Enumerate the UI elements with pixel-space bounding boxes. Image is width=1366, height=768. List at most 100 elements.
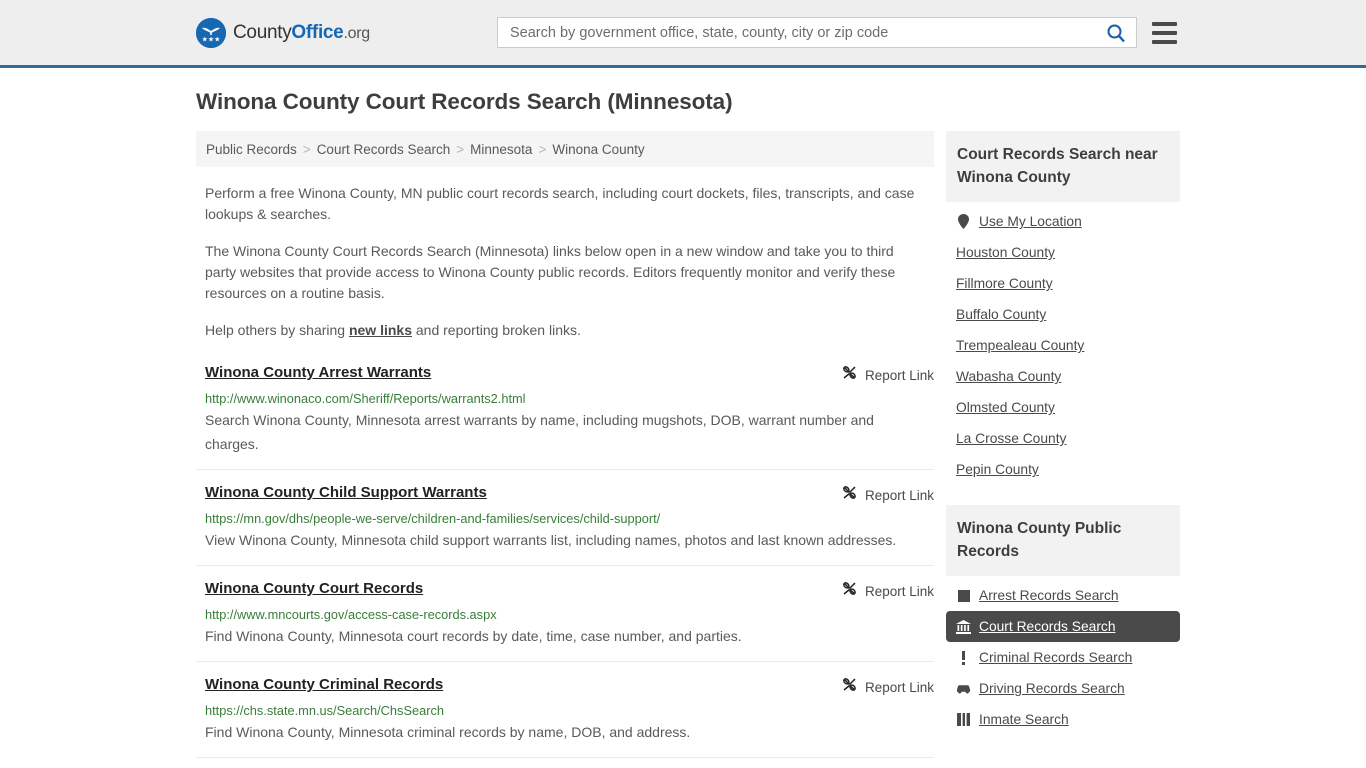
breadcrumb-item-public-records[interactable]: Public Records — [206, 142, 297, 157]
sidebar-county-label: Buffalo County — [956, 307, 1047, 322]
sidebar-item-criminal-records-search[interactable]: Criminal Records Search — [946, 642, 1180, 673]
sidebar: Court Records Search near Winona County … — [946, 131, 1180, 755]
listing-description: Search Winona County, Minnesota arrest w… — [205, 412, 874, 452]
main-column: Public Records > Court Records Search > … — [196, 131, 934, 768]
sidebar-item-court-records-search[interactable]: Court Records Search — [946, 611, 1180, 642]
site-header: ★★★ CountyOffice.org — [0, 0, 1366, 68]
listing-description: View Winona County, Minnesota child supp… — [205, 532, 897, 548]
sidebar-item-pepin-county[interactable]: Pepin County — [946, 454, 1180, 485]
listing-header: Winona County Child Support Warrants Rep… — [205, 483, 934, 506]
listing-title-link[interactable]: Winona County Criminal Records — [205, 675, 443, 695]
intro-paragraph-2: The Winona County Court Records Search (… — [205, 243, 896, 301]
car-icon — [956, 683, 971, 694]
sidebar-county-label: Trempealeau County — [956, 338, 1085, 353]
report-link-label: Report Link — [864, 367, 934, 383]
listing-url[interactable]: http://www.mncourts.gov/access-case-reco… — [205, 607, 934, 622]
broken-link-icon — [841, 580, 858, 602]
sidebar-item-houston-county[interactable]: Houston County — [946, 237, 1180, 268]
sidebar-item-fillmore-county[interactable]: Fillmore County — [946, 268, 1180, 299]
breadcrumb: Public Records > Court Records Search > … — [196, 131, 934, 167]
breadcrumb-separator: > — [302, 141, 311, 157]
listing-url[interactable]: https://mn.gov/dhs/people-we-serve/child… — [205, 511, 934, 526]
hamburger-menu-icon[interactable] — [1152, 21, 1177, 44]
report-link-button[interactable]: Report Link — [841, 580, 934, 602]
sidebar-county-label: La Crosse County — [956, 431, 1067, 446]
map-pin-icon — [956, 214, 971, 229]
breadcrumb-item-court-records-search[interactable]: Court Records Search — [317, 142, 451, 157]
sidebar-item-la-crosse-county[interactable]: La Crosse County — [946, 423, 1180, 454]
hamburger-bar — [1152, 30, 1177, 35]
sidebar-item-inmate-search[interactable]: Inmate Search — [946, 704, 1180, 735]
breadcrumb-item-winona-county[interactable]: Winona County — [552, 142, 644, 157]
exclamation-icon — [956, 650, 971, 665]
sidebar-item-buffalo-county[interactable]: Buffalo County — [946, 299, 1180, 330]
page-title: Winona County Court Records Search (Minn… — [196, 89, 733, 114]
jail-icon — [956, 713, 971, 726]
sidebar-record-label: Arrest Records Search — [979, 588, 1119, 603]
listing-item: Winona County Arrest Warrants Report Lin… — [196, 363, 934, 470]
search-box[interactable] — [497, 17, 1137, 48]
sidebar-record-label: Criminal Records Search — [979, 650, 1133, 665]
logo-text-office: Office — [291, 21, 344, 43]
search-input[interactable] — [508, 18, 1106, 47]
report-link-button[interactable]: Report Link — [841, 364, 934, 386]
listing-item: Winona County Child Support Warrants Rep… — [196, 483, 934, 566]
sidebar-item-olmsted-county[interactable]: Olmsted County — [946, 392, 1180, 423]
sidebar-item-wabasha-county[interactable]: Wabasha County — [946, 361, 1180, 392]
intro-p3-after: and reporting broken links. — [412, 322, 581, 338]
logo-wordmark: CountyOffice.org — [233, 22, 370, 44]
sidebar-record-label: Inmate Search — [979, 712, 1069, 727]
sidebar-county-label: Pepin County — [956, 462, 1039, 477]
svg-text:★★★: ★★★ — [202, 35, 221, 43]
intro-paragraph-3: Help others by sharing new links and rep… — [205, 320, 917, 341]
page-container: Winona County Court Records Search (Minn… — [0, 89, 1366, 768]
listing-header: Winona County Arrest Warrants Report Lin… — [205, 363, 934, 386]
listing-title-link[interactable]: Winona County Court Records — [205, 579, 423, 599]
square-icon — [956, 589, 971, 602]
sidebar-nearby-section: Court Records Search near Winona County … — [946, 131, 1180, 485]
report-link-label: Report Link — [864, 583, 934, 599]
listing-url[interactable]: http://www.winonaco.com/Sheriff/Reports/… — [205, 391, 934, 406]
intro-p3-before: Help others by sharing — [205, 322, 349, 338]
sidebar-item-driving-records-search[interactable]: Driving Records Search — [946, 673, 1180, 704]
listings: Winona County Arrest Warrants Report Lin… — [196, 363, 934, 768]
sidebar-record-label: Driving Records Search — [979, 681, 1125, 696]
sidebar-nearby-list: Use My Location Houston County Fillmore … — [946, 202, 1180, 485]
report-link-label: Report Link — [864, 679, 934, 695]
breadcrumb-item-minnesota[interactable]: Minnesota — [470, 142, 532, 157]
courthouse-icon — [956, 619, 971, 634]
sidebar-record-label: Court Records Search — [979, 619, 1116, 634]
site-logo[interactable]: ★★★ CountyOffice.org — [196, 17, 370, 48]
content-row: Public Records > Court Records Search > … — [196, 131, 1180, 768]
intro-paragraph-1: Perform a free Winona County, MN public … — [205, 185, 915, 222]
new-links-link[interactable]: new links — [349, 322, 412, 338]
report-link-button[interactable]: Report Link — [841, 676, 934, 698]
hamburger-bar — [1152, 39, 1177, 44]
broken-link-icon — [841, 484, 858, 506]
search-icon[interactable] — [1106, 23, 1126, 43]
listing-item: Winona County Criminal Records Report Li… — [196, 675, 934, 758]
eagle-seal-icon: ★★★ — [196, 17, 226, 48]
listing-item: Winona County Court Records Report Link — [196, 579, 934, 662]
logo-text-county: County — [233, 21, 292, 43]
listing-description: Find Winona County, Minnesota criminal r… — [205, 724, 691, 740]
sidebar-nearby-heading: Court Records Search near Winona County — [946, 131, 1180, 202]
listing-title-link[interactable]: Winona County Arrest Warrants — [205, 363, 431, 383]
sidebar-item-trempealeau-county[interactable]: Trempealeau County — [946, 330, 1180, 361]
listing-header: Winona County Criminal Records Report Li… — [205, 675, 934, 698]
report-link-button[interactable]: Report Link — [841, 484, 934, 506]
sidebar-county-label: Houston County — [956, 245, 1055, 260]
listing-url[interactable]: https://chs.state.mn.us/Search/ChsSearch — [205, 703, 934, 718]
sidebar-item-arrest-records-search[interactable]: Arrest Records Search — [946, 580, 1180, 611]
sidebar-item-use-my-location[interactable]: Use My Location — [946, 206, 1180, 237]
listing-description: Find Winona County, Minnesota court reco… — [205, 628, 742, 644]
sidebar-public-records-section: Winona County Public Records Arrest Reco… — [946, 505, 1180, 735]
listing-title-link[interactable]: Winona County Child Support Warrants — [205, 483, 487, 503]
sidebar-county-label: Olmsted County — [956, 400, 1055, 415]
hamburger-bar — [1152, 21, 1177, 26]
sidebar-public-records-list: Arrest Records Search Court Records Sear… — [946, 576, 1180, 735]
breadcrumb-separator: > — [456, 141, 465, 157]
sidebar-use-my-location-label: Use My Location — [979, 214, 1082, 229]
sidebar-public-records-heading: Winona County Public Records — [946, 505, 1180, 576]
report-link-label: Report Link — [864, 487, 934, 503]
